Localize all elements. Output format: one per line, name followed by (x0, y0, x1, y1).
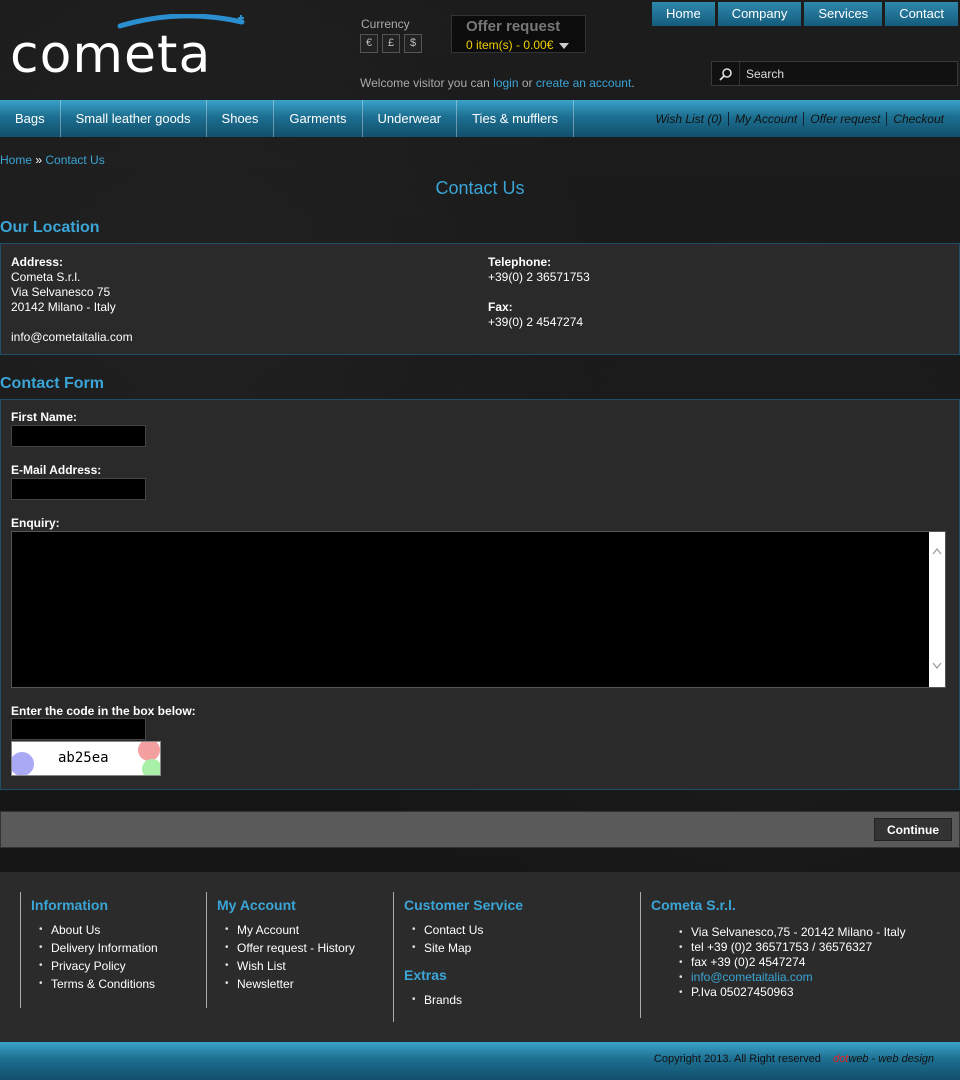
address-line: 20142 Milano - Italy (11, 300, 116, 314)
footer-link-offer-history[interactable]: Offer request - History (217, 939, 393, 957)
phone-block: Telephone: +39(0) 2 36571753 Fax: +39(0)… (488, 255, 590, 330)
contact-form-heading: Contact Form (0, 375, 104, 392)
breadcrumb: Home » Contact Us (0, 153, 105, 167)
continue-button[interactable]: Continue (874, 818, 952, 841)
category-shoes[interactable]: Shoes (207, 100, 275, 137)
credit-text: web design (878, 1053, 934, 1065)
currency-switcher: € £ $ (360, 34, 422, 53)
top-nav-contact[interactable]: Contact (885, 2, 958, 26)
top-nav-home[interactable]: Home (652, 2, 715, 26)
footer-link-brands[interactable]: Brands (404, 991, 640, 1009)
footer-bottom-bar: Copyright 2013. All Right reserved dotwe… (0, 1042, 960, 1080)
footer-service: Customer Service Contact Us Site Map Ext… (393, 892, 640, 1022)
search-box (711, 61, 958, 86)
page-title: Contact Us (435, 178, 525, 198)
footer-account: My Account My Account Offer request - Hi… (206, 892, 393, 1008)
category-ties-mufflers[interactable]: Ties & mufflers (457, 100, 575, 137)
checkout-link[interactable]: Checkout (886, 111, 950, 126)
top-nav-company[interactable]: Company (717, 2, 802, 26)
footer-heading: Cometa S.r.l. (651, 897, 736, 913)
offer-request-cart[interactable]: Offer request 0 item(s) - 0.00€ (451, 15, 586, 53)
footer: Information About Us Delivery Informatio… (0, 872, 960, 1042)
category-garments[interactable]: Garments (274, 100, 363, 137)
footer-link-sitemap[interactable]: Site Map (404, 939, 640, 957)
enquiry-label: Enquiry: (11, 516, 60, 530)
currency-pound-button[interactable]: £ (382, 34, 400, 53)
first-name-field[interactable] (11, 425, 146, 447)
currency-dollar-button[interactable]: $ (404, 34, 422, 53)
enquiry-textarea[interactable] (11, 531, 946, 688)
category-bags[interactable]: Bags (0, 100, 61, 137)
captcha-label: Enter the code in the box below: (11, 704, 196, 718)
main-nav: Bags Small leather goods Shoes Garments … (0, 100, 960, 137)
contact-email: info@cometaitalia.com (11, 330, 133, 344)
category-small-leather-goods[interactable]: Small leather goods (61, 100, 207, 137)
captcha-image: ab25ea (11, 741, 161, 776)
company-address: Via Selvanesco,75 - 20142 Milano - Italy (671, 925, 940, 940)
fax-label: Fax: (488, 300, 513, 314)
currency-euro-button[interactable]: € (360, 34, 378, 53)
my-account-link[interactable]: My Account (728, 111, 803, 126)
top-nav-services[interactable]: Services (804, 2, 883, 26)
captcha-field[interactable] (11, 718, 146, 740)
footer-heading: Customer Service (404, 897, 524, 913)
top-nav: Home Company Services Contact (652, 2, 958, 26)
credit-logo[interactable]: dotweb (833, 1053, 868, 1065)
location-panel: Address: Cometa S.r.l. Via Selvanesco 75… (0, 243, 960, 355)
footer-link-privacy[interactable]: Privacy Policy (31, 957, 205, 975)
email-label: E-Mail Address: (11, 463, 102, 477)
location-heading: Our Location (0, 219, 100, 236)
cometa-logo[interactable]: cometa (10, 14, 246, 76)
login-link[interactable]: login (493, 76, 518, 90)
footer-heading: Information (31, 897, 108, 913)
form-buttons: Continue (0, 811, 960, 848)
copyright: Copyright 2013. All Right reserved dotwe… (653, 1053, 934, 1065)
offer-items: 0 item(s) - 0.00€ (466, 38, 571, 52)
footer-information: Information About Us Delivery Informatio… (20, 892, 205, 1008)
footer-link-terms[interactable]: Terms & Conditions (31, 975, 205, 993)
welcome-message: Welcome visitor you can login or create … (360, 76, 635, 90)
footer-link-my-account[interactable]: My Account (217, 921, 393, 939)
logo-text: cometa (10, 25, 211, 76)
footer-heading: Extras (404, 967, 447, 983)
company-fax: fax +39 (0)2 4547274 (671, 955, 940, 970)
address-line: Cometa S.r.l. (11, 270, 81, 284)
email-field[interactable] (11, 478, 146, 500)
company-email-link[interactable]: info@cometaitalia.com (671, 970, 940, 985)
scrollbar[interactable] (929, 532, 945, 687)
search-input[interactable] (740, 66, 940, 81)
chevron-down-icon (559, 42, 570, 49)
footer-heading: My Account (217, 897, 296, 913)
breadcrumb-current[interactable]: Contact Us (45, 153, 104, 167)
address-label: Address: (11, 255, 64, 269)
category-underwear[interactable]: Underwear (363, 100, 458, 137)
telephone-value: +39(0) 2 36571753 (488, 270, 590, 284)
footer-link-wish-list[interactable]: Wish List (217, 957, 393, 975)
search-icon[interactable] (712, 62, 740, 85)
breadcrumb-home[interactable]: Home (0, 153, 32, 167)
telephone-label: Telephone: (488, 255, 552, 269)
footer-link-newsletter[interactable]: Newsletter (217, 975, 393, 993)
footer-company: Cometa S.r.l. Via Selvanesco,75 - 20142 … (640, 892, 940, 1018)
footer-link-delivery[interactable]: Delivery Information (31, 939, 205, 957)
wish-list-link[interactable]: Wish List (0) (649, 112, 728, 126)
fax-value: +39(0) 2 4547274 (488, 315, 584, 329)
currency-label: Currency (361, 17, 410, 31)
offer-request-link[interactable]: Offer request (803, 111, 886, 126)
address-block: Address: Cometa S.r.l. Via Selvanesco 75… (11, 255, 133, 345)
contact-form-panel: First Name: E-Mail Address: Enquiry: Ent… (0, 399, 960, 790)
captcha-code: ab25ea (58, 750, 109, 766)
first-name-label: First Name: (11, 410, 78, 424)
footer-link-contact[interactable]: Contact Us (404, 921, 640, 939)
company-vat: P.Iva 05027450963 (671, 985, 940, 1000)
address-line: Via Selvanesco 75 (11, 285, 111, 299)
company-phone: tel +39 (0)2 36571753 / 36576327 (671, 940, 940, 955)
create-account-link[interactable]: create an account (536, 76, 631, 90)
footer-link-about[interactable]: About Us (31, 921, 205, 939)
offer-title: Offer request (466, 18, 561, 35)
